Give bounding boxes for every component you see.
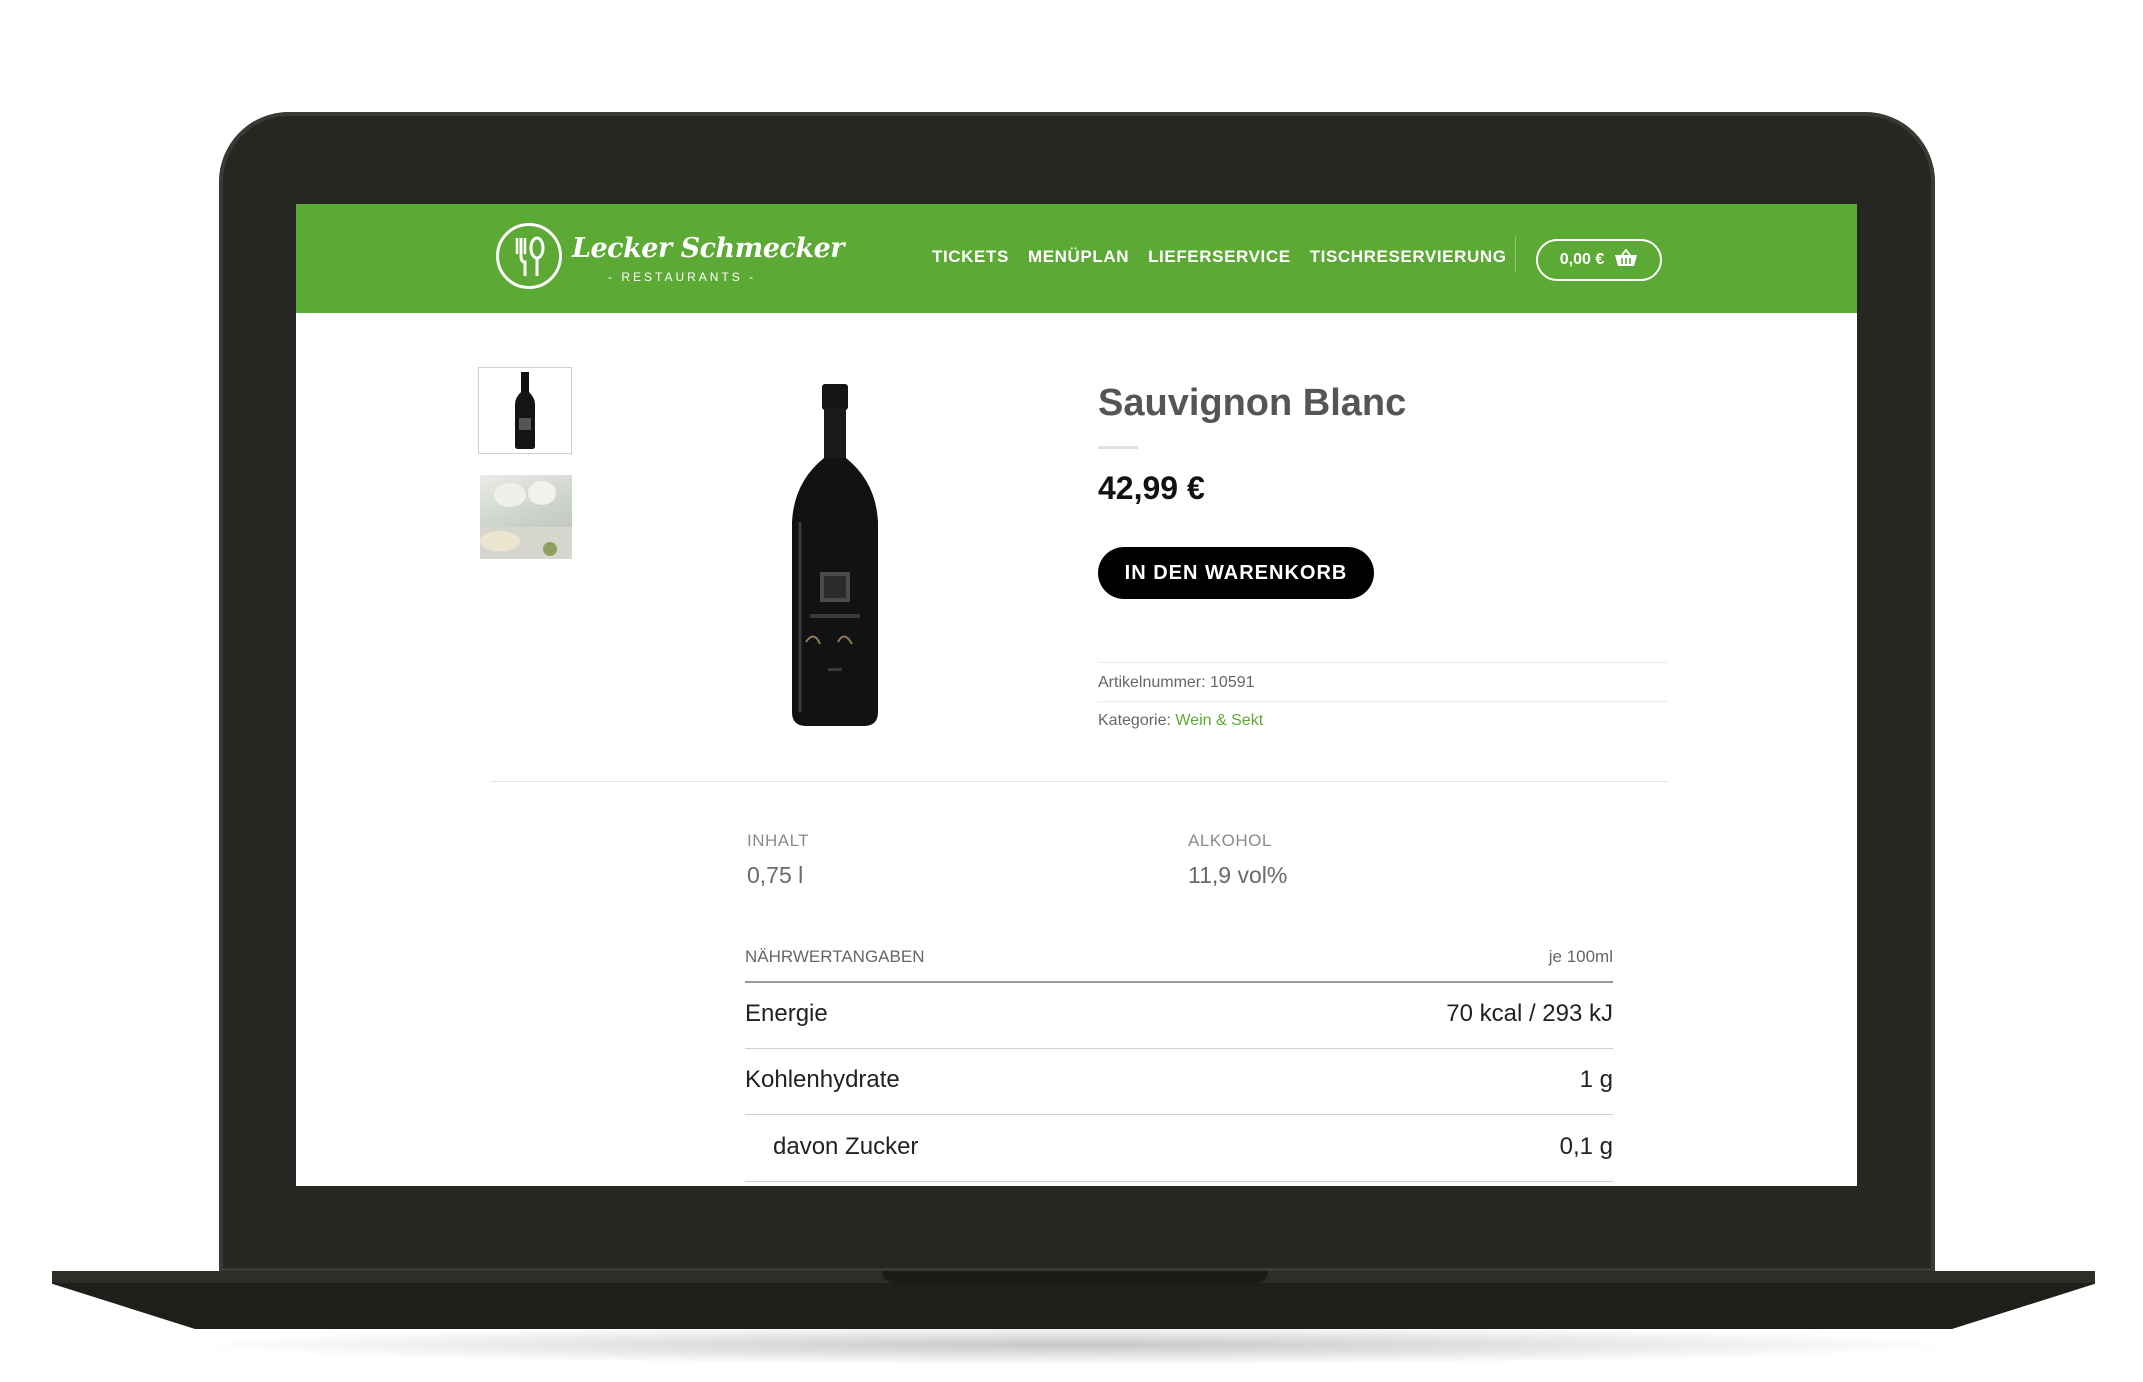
nutrition-row-value: 1 g [1579,1066,1613,1093]
nav-item-tischreservierung[interactable]: TISCHRESERVIERUNG [1310,247,1507,267]
laptop-notch [882,1271,1268,1283]
nutrition-row-value: 70 kcal / 293 kJ [1446,1000,1613,1027]
section-divider [490,781,1668,782]
nutrition-header-line [745,981,1613,983]
nav-divider [1515,236,1516,272]
laptop-shadow [180,1325,1970,1365]
cart-button[interactable]: 0,00 € [1536,239,1662,281]
nutrition-per: je 100ml [1548,947,1613,966]
sku-line: Artikelnummer: 10591 [1098,674,1255,692]
product-image-bottle[interactable] [780,382,890,730]
product-title: Sauvignon Blanc [1098,382,1407,424]
nav-item-tickets[interactable]: TICKETS [932,247,1009,267]
logo-icon[interactable] [496,223,562,289]
category-link[interactable]: Wein & Sekt [1175,712,1263,729]
nutrition-title: NÄHRWERTANGABEN [745,947,925,966]
nav-item-menueplan[interactable]: MENÜPLAN [1028,247,1129,267]
title-divider [1098,446,1138,449]
nutrition-row-divider [745,1048,1613,1049]
thumbnail-wine-glass[interactable] [480,475,572,559]
nutrition-row-divider [745,1181,1613,1182]
cart-total: 0,00 € [1559,251,1605,268]
nutrition-row-label: davon Zucker [773,1133,919,1160]
sku-value: 10591 [1210,674,1255,691]
site-header: Lecker Schmecker - RESTAURANTS - TICKETS… [296,204,1857,313]
basket-icon [1614,247,1638,272]
browser-viewport: Lecker Schmecker - RESTAURANTS - TICKETS… [296,204,1857,1186]
nutrition-row-value: 0,1 g [1559,1133,1613,1160]
content-label: INHALT [747,831,810,850]
alcohol-label: ALKOHOL [1188,831,1272,850]
nutrition-row-label: Energie [745,1000,828,1027]
content-value: 0,75 l [747,862,804,888]
nutrition-row-label: Kohlenhydrate [745,1066,900,1093]
nav-item-lieferservice[interactable]: LIEFERSERVICE [1148,247,1291,267]
category-label: Kategorie: [1098,712,1171,729]
alcohol-value: 11,9 vol% [1188,862,1288,888]
category-line: Kategorie: Wein & Sekt [1098,712,1263,730]
meta-divider [1098,701,1668,702]
add-to-cart-button[interactable]: IN DEN WARENKORB [1098,547,1374,599]
product-price: 42,99 € [1098,470,1205,506]
nutrition-row-divider [745,1114,1613,1115]
main-nav: TICKETS MENÜPLAN LIEFERSERVICE TISCHRESE… [932,247,1526,267]
sku-label: Artikelnummer: [1098,674,1206,691]
meta-divider [1098,662,1668,663]
logo-title[interactable]: Lecker Schmecker [572,233,844,264]
logo-subtitle: - RESTAURANTS - [608,270,757,284]
thumbnail-bottle[interactable] [478,367,572,454]
